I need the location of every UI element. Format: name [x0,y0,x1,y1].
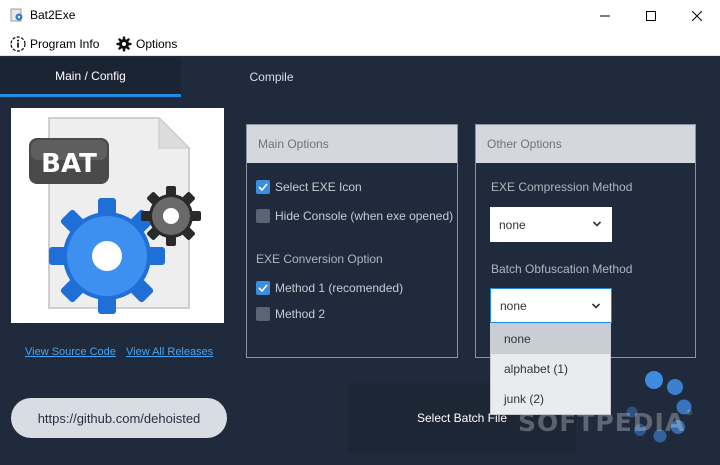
compression-method-value: none [499,217,526,232]
chevron-down-icon [592,221,602,227]
bat-logo-image: BAT [11,108,224,323]
close-button[interactable] [674,0,720,31]
tab-main-config[interactable]: Main / Config [0,57,181,97]
minimize-icon [600,15,610,16]
bat-logo-text: BAT [41,149,97,179]
hide-console-label: Hide Console (when exe opened) [275,209,454,223]
watermark-registered-mark: ® [685,408,695,417]
method-2-option[interactable]: Method 2 [256,307,325,321]
title-bar: Bat2Exe [0,0,720,31]
select-exe-icon-label: Select EXE Icon [275,180,362,194]
info-icon [10,36,26,52]
batch-obfuscation-method-label: Batch Obfuscation Method [491,262,633,276]
method-2-checkbox[interactable] [256,307,270,321]
maximize-button[interactable] [628,0,674,31]
obfuscation-method-dropdown-list: none alphabet (1) junk (2) [490,323,611,415]
main-options-header: Main Options [247,125,457,163]
maximize-icon [646,10,656,21]
compression-method-select[interactable]: none [490,207,612,242]
obfuscation-method-value: none [500,298,527,313]
menu-bar: Program Info Options [0,31,720,56]
menu-options-label: Options [136,37,178,51]
hide-console-option[interactable]: Hide Console (when exe opened) [256,209,453,223]
select-exe-icon-checkbox[interactable] [256,180,270,194]
view-source-code-link[interactable]: View Source Code [25,346,116,358]
method-1-option[interactable]: Method 1 (recomended) [256,281,403,295]
dropdown-option-alphabet[interactable]: alphabet (1) [491,354,610,384]
main-options-panel: Main Options Select EXE Icon Hide Consol… [246,124,458,358]
checkmark-icon [258,284,268,293]
chevron-down-icon [591,303,601,309]
tab-compile[interactable]: Compile [181,57,362,97]
menu-program-info[interactable]: Program Info [10,34,99,54]
exe-compression-method-label: EXE Compression Method [491,180,633,194]
method-1-checkbox[interactable] [256,281,270,295]
window-title: Bat2Exe [30,8,76,22]
method-1-label: Method 1 (recomended) [275,281,404,295]
exe-conversion-option-label: EXE Conversion Option [256,252,383,266]
app-icon [10,8,23,22]
bat-file-gear-icon: BAT [29,116,201,314]
gear-icon [116,36,132,52]
dropdown-option-junk[interactable]: junk (2) [491,384,610,414]
checkmark-icon [258,183,268,192]
hide-console-checkbox[interactable] [256,209,270,223]
github-link-button[interactable]: https://github.com/dehoisted [11,398,227,438]
method-2-label: Method 2 [275,307,326,321]
tab-bar: Main / Config Compile [0,57,720,97]
dropdown-option-none[interactable]: none [491,324,610,354]
minimize-button[interactable] [582,0,628,31]
close-icon [692,10,702,21]
menu-options[interactable]: Options [116,34,177,54]
other-options-header: Other Options [476,125,695,163]
view-all-releases-link[interactable]: View All Releases [126,346,213,358]
obfuscation-method-select[interactable]: none [490,288,612,323]
menu-program-info-label: Program Info [30,37,100,51]
select-exe-icon-option[interactable]: Select EXE Icon [256,180,362,194]
